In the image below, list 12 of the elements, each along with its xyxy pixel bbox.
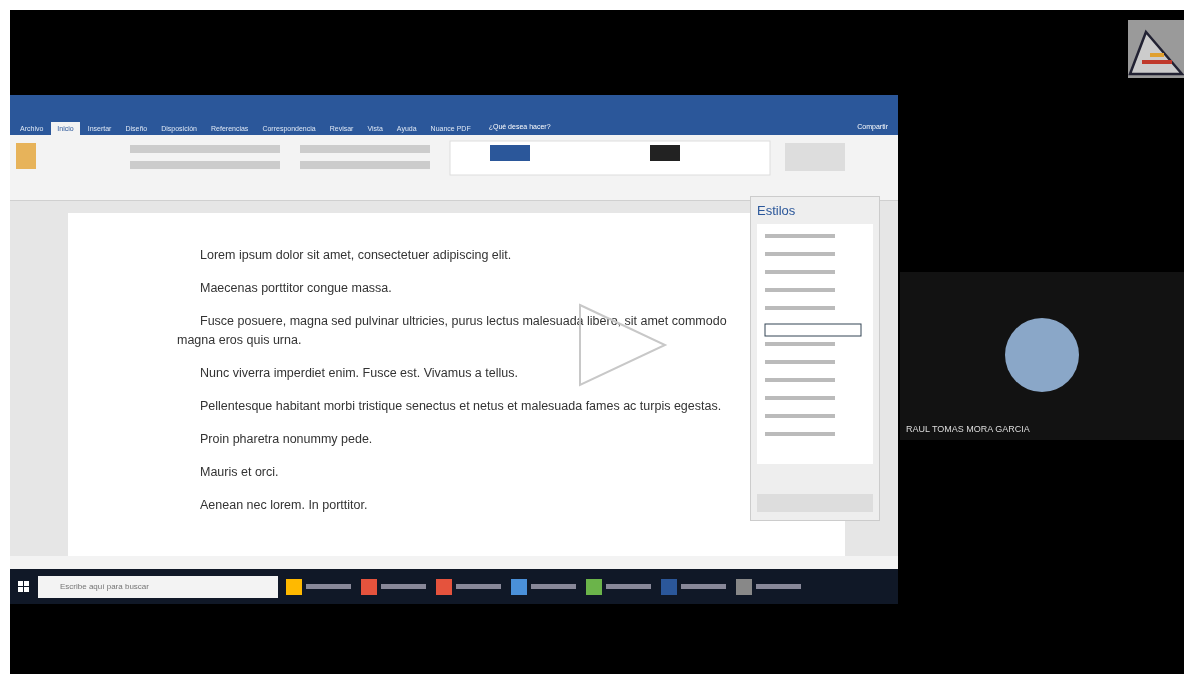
document-paragraph: Maecenas porttitor congue massa. — [199, 280, 393, 297]
windows-logo-icon[interactable] — [18, 580, 30, 593]
participant-name: RAUL TOMAS MORA GARCIA — [906, 424, 1030, 434]
search-field[interactable]: Escribe aquí para buscar — [38, 575, 278, 598]
document-paragraph: Proin pharetra nonummy pede. — [199, 431, 374, 448]
logo-icon — [1128, 20, 1184, 78]
document-paragraph: Aenean nec lorem. In porttitor. — [199, 497, 369, 514]
document-paragraph: Nunc viverra imperdiet enim. Fusce est. Vivamus a tellus. — [199, 365, 519, 382]
document-paragraph: Mauris et orci. — [199, 464, 280, 481]
document-paragraph: Lorem ipsum dolor sit amet, consectetuer adipiscing elit. — [199, 247, 513, 264]
pane-title: Estilos — [757, 203, 797, 218]
document-paragraph: Pellentesque habitant morbi tristique senectus et netus et malesuada fames ac turpis egestas. — [199, 398, 723, 415]
